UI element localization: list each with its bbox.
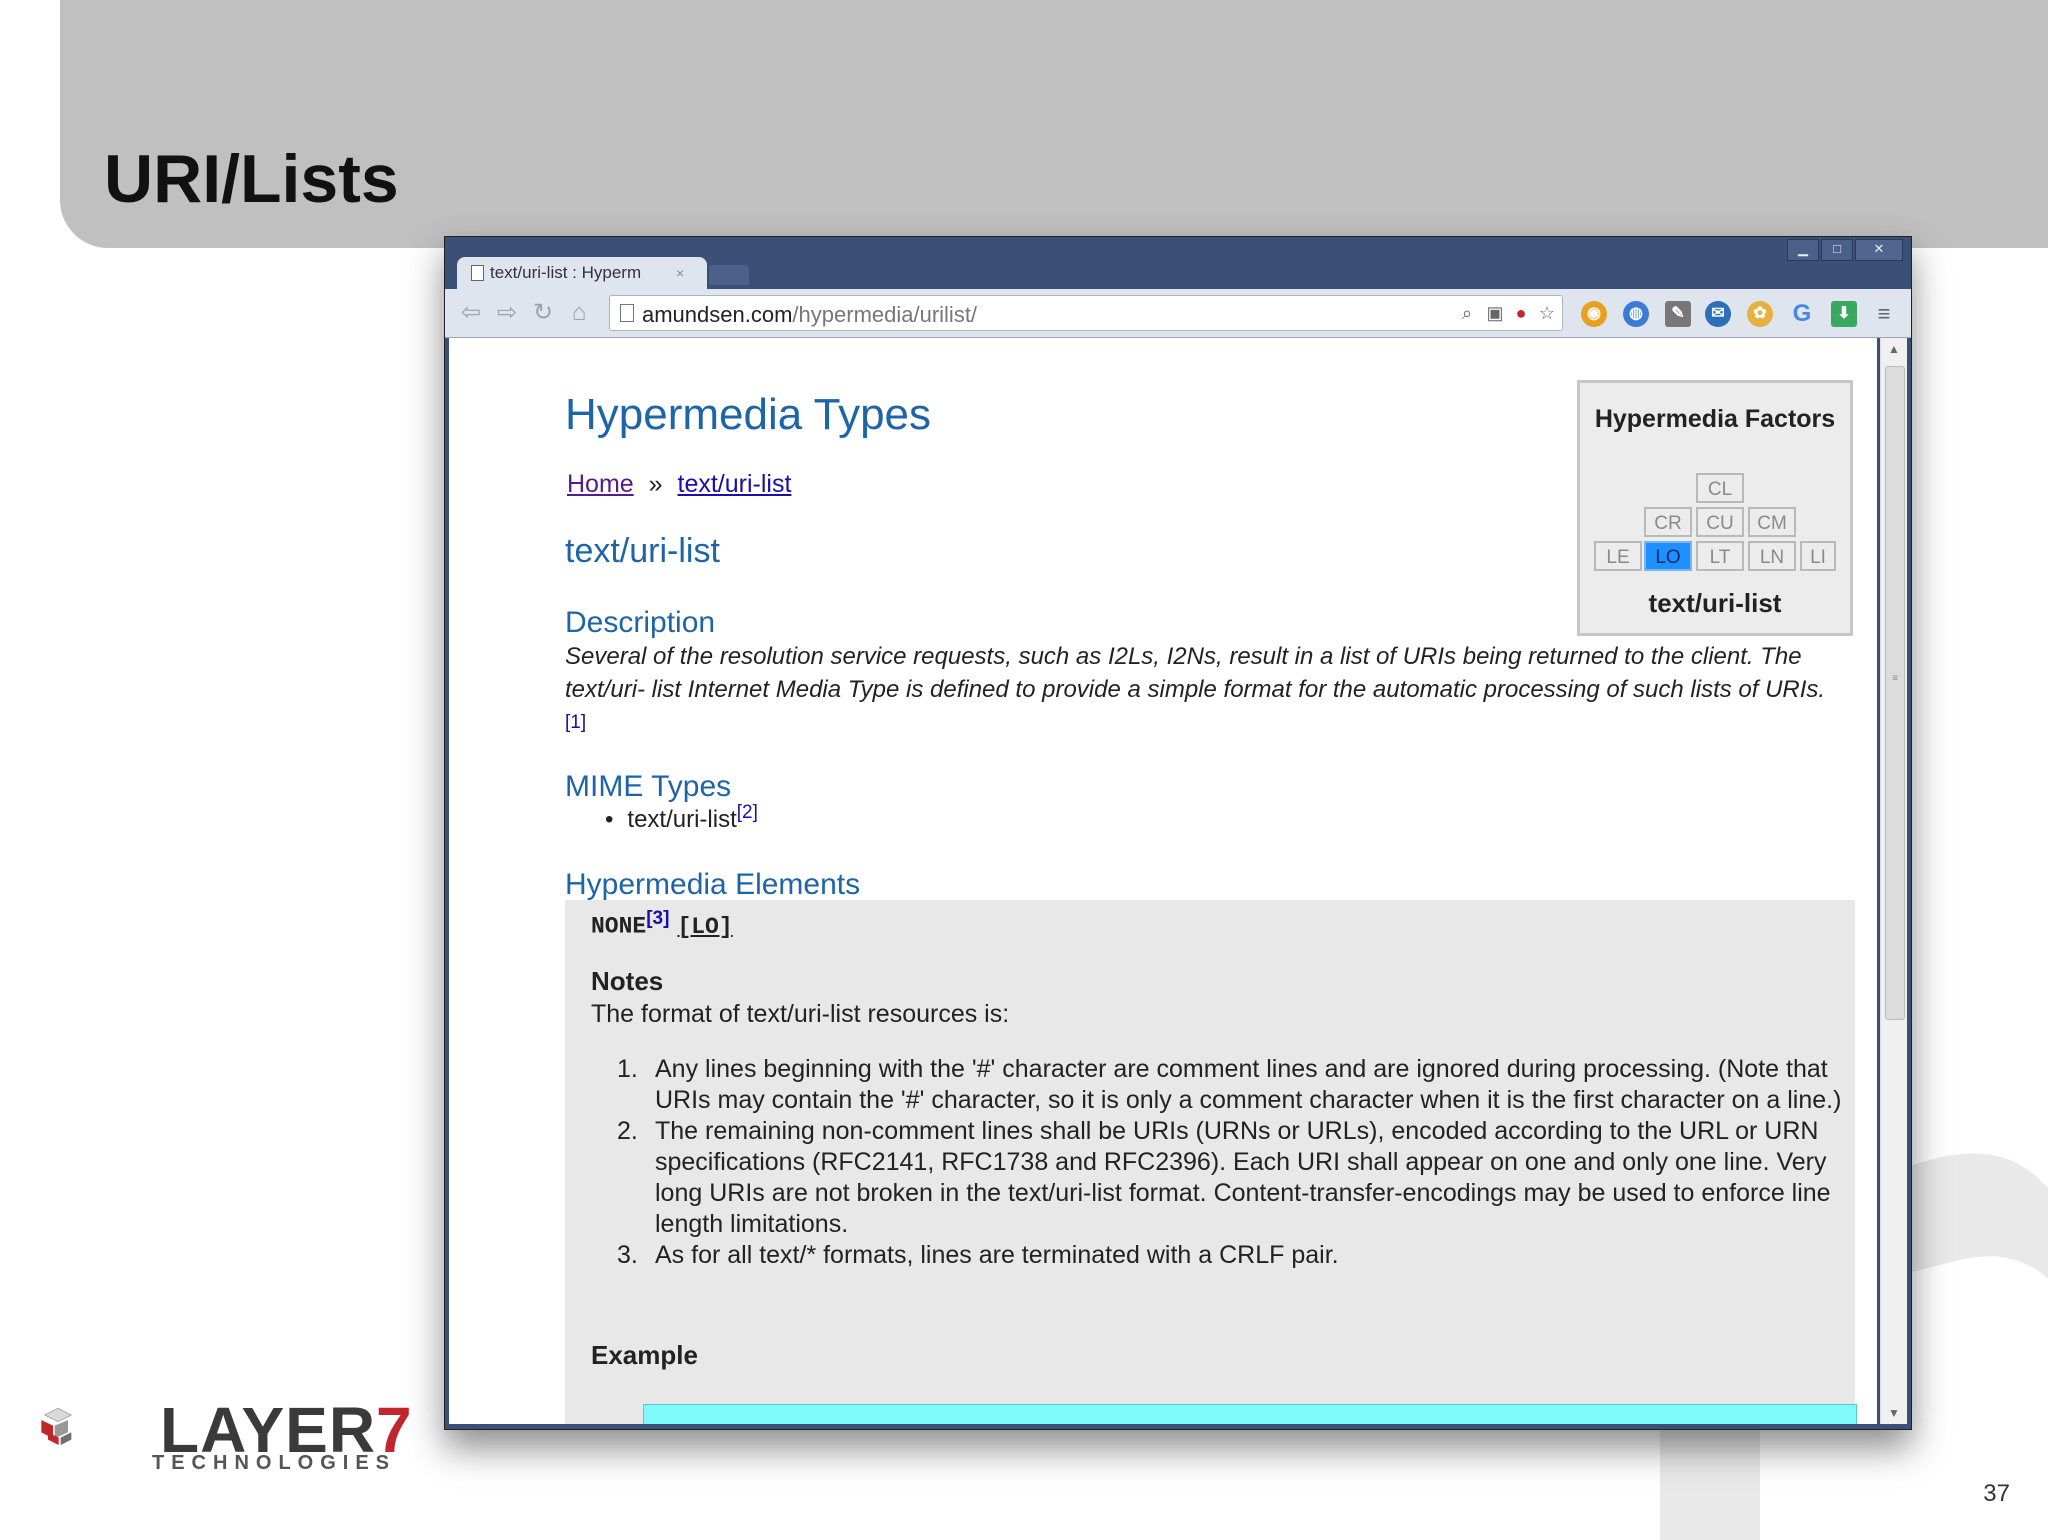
scroll-down-icon[interactable]: ▼	[1881, 1402, 1907, 1424]
footnote-link-3[interactable]: [3]	[646, 908, 669, 929]
page-icon	[471, 265, 484, 281]
tab-close-icon[interactable]: ×	[676, 265, 684, 281]
bullet-icon: •	[605, 806, 614, 833]
slide-title: URI/Lists	[104, 141, 399, 217]
eyedropper-icon[interactable]: ✎	[1665, 301, 1691, 327]
factors-type-label: text/uri-list	[1648, 588, 1782, 618]
footnote-link-1[interactable]: [1]	[565, 712, 586, 733]
factors-title: Hypermedia Factors	[1594, 405, 1836, 433]
back-icon[interactable]: ⇦	[457, 299, 485, 327]
grip-icon: ≡	[1892, 673, 1898, 684]
type-title: text/uri-list	[565, 532, 720, 570]
forward-icon[interactable]: ⇨	[493, 299, 521, 327]
maximize-button[interactable]: □	[1821, 239, 1853, 261]
factor-cell-cu[interactable]: CU	[1696, 507, 1744, 537]
fox-extension-icon[interactable]: ✿	[1747, 301, 1773, 327]
logo-subtitle: TECHNOLOGIES	[152, 1452, 397, 1474]
address-bar[interactable]: amundsen.com/hypermedia/urilist/ ⌕ ▣ ● ☆	[609, 295, 1563, 331]
chat-extension-icon[interactable]: ✉	[1705, 301, 1731, 327]
page-action-icon[interactable]: ▣	[1484, 302, 1506, 324]
factor-cell-lt[interactable]: LT	[1696, 541, 1744, 571]
list-item: 3. As for all text/* formats, lines are t…	[617, 1241, 1339, 1269]
hypermedia-factors-box: Hypermedia Factors CL CR CU CM LE LO LT …	[1577, 380, 1853, 636]
breadcrumb-current-link[interactable]: text/uri-list	[678, 470, 792, 498]
list-item: 1. Any lines beginning with the '#' chara…	[617, 1055, 1842, 1114]
notes-intro: The format of text/uri-list resources is…	[591, 1000, 1010, 1028]
example-heading: Example	[591, 1340, 698, 1370]
url-page-icon	[620, 304, 634, 322]
web-extension-icon[interactable]: ◍	[1623, 301, 1649, 327]
scroll-up-icon[interactable]: ▲	[1881, 338, 1907, 360]
google-g-icon[interactable]: G	[1789, 301, 1815, 327]
description-text: Several of the resolution service reques…	[565, 643, 1826, 733]
adblock-icon[interactable]: ●	[1510, 302, 1532, 324]
factor-cell-ln[interactable]: LN	[1748, 541, 1796, 571]
factor-cell-le[interactable]: LE	[1594, 541, 1642, 571]
home-icon[interactable]: ⌂	[565, 299, 593, 327]
list-item: 2. The remaining non-comment lines shall …	[617, 1117, 1831, 1238]
minimize-button[interactable]: ▁	[1787, 239, 1819, 261]
factor-cell-cl[interactable]: CL	[1696, 473, 1744, 503]
hypermedia-elements-heading: Hypermedia Elements	[565, 868, 861, 901]
scroll-thumb[interactable]: ≡	[1885, 366, 1905, 1020]
elements-value: NONE[3] [LO]	[591, 908, 733, 940]
factor-cell-li[interactable]: LI	[1800, 541, 1836, 571]
notes-heading: Notes	[591, 966, 664, 996]
footnote-link-2[interactable]: [2]	[737, 802, 758, 823]
zoom-icon[interactable]: ⌕	[1456, 302, 1478, 324]
browser-window: ▁ □ ✕ text/uri-list : Hyperm × ⇦ ⇨ ↻ ⌂ a…	[444, 236, 1912, 1430]
factor-cell-cr[interactable]: CR	[1644, 507, 1692, 537]
tab-title: text/uri-list : Hyperm	[490, 263, 642, 282]
browser-toolbar: ⇦ ⇨ ↻ ⌂ amundsen.com/hypermedia/urilist/…	[445, 289, 1911, 338]
url-text[interactable]: amundsen.com/hypermedia/urilist/	[642, 302, 977, 328]
mime-type-list-item: • text/uri-list[2]	[605, 802, 758, 833]
browser-tab[interactable]: text/uri-list : Hyperm ×	[457, 257, 707, 289]
breadcrumb-separator: »	[648, 470, 663, 498]
breadcrumb-home-link[interactable]: Home	[567, 470, 634, 498]
description-heading: Description	[565, 606, 716, 639]
factor-cell-lo[interactable]: LO	[1644, 541, 1692, 571]
vertical-scrollbar[interactable]: ▲ ≡ ▼	[1880, 338, 1907, 1424]
new-tab-button[interactable]	[709, 265, 749, 285]
slide-number: 37	[1983, 1480, 2010, 1507]
menu-icon[interactable]: ≡	[1871, 301, 1897, 327]
breadcrumb: Home » text/uri-list	[567, 470, 791, 499]
download-icon[interactable]: ⬇	[1831, 301, 1857, 327]
page-heading: Hypermedia Types	[565, 390, 932, 439]
chrome-extension-icon[interactable]: ◉	[1581, 301, 1607, 327]
close-window-button[interactable]: ✕	[1855, 239, 1903, 261]
window-controls: ▁ □ ✕	[1787, 239, 1903, 261]
mime-types-heading: MIME Types	[565, 770, 732, 803]
page-content: Hypermedia Types Home » text/uri-list te…	[449, 338, 1877, 1424]
factor-cell-cm[interactable]: CM	[1748, 507, 1796, 537]
example-code-box	[643, 1404, 1857, 1424]
bookmark-star-icon[interactable]: ☆	[1536, 302, 1558, 324]
layer7-logo-icon	[41, 1407, 73, 1445]
notes-list: 1. Any lines beginning with the '#' chara…	[617, 1054, 1857, 1271]
page-viewport: Hypermedia Types Home » text/uri-list te…	[449, 338, 1877, 1424]
reload-icon[interactable]: ↻	[529, 299, 557, 327]
factor-lo-link[interactable]: [LO]	[677, 914, 732, 940]
